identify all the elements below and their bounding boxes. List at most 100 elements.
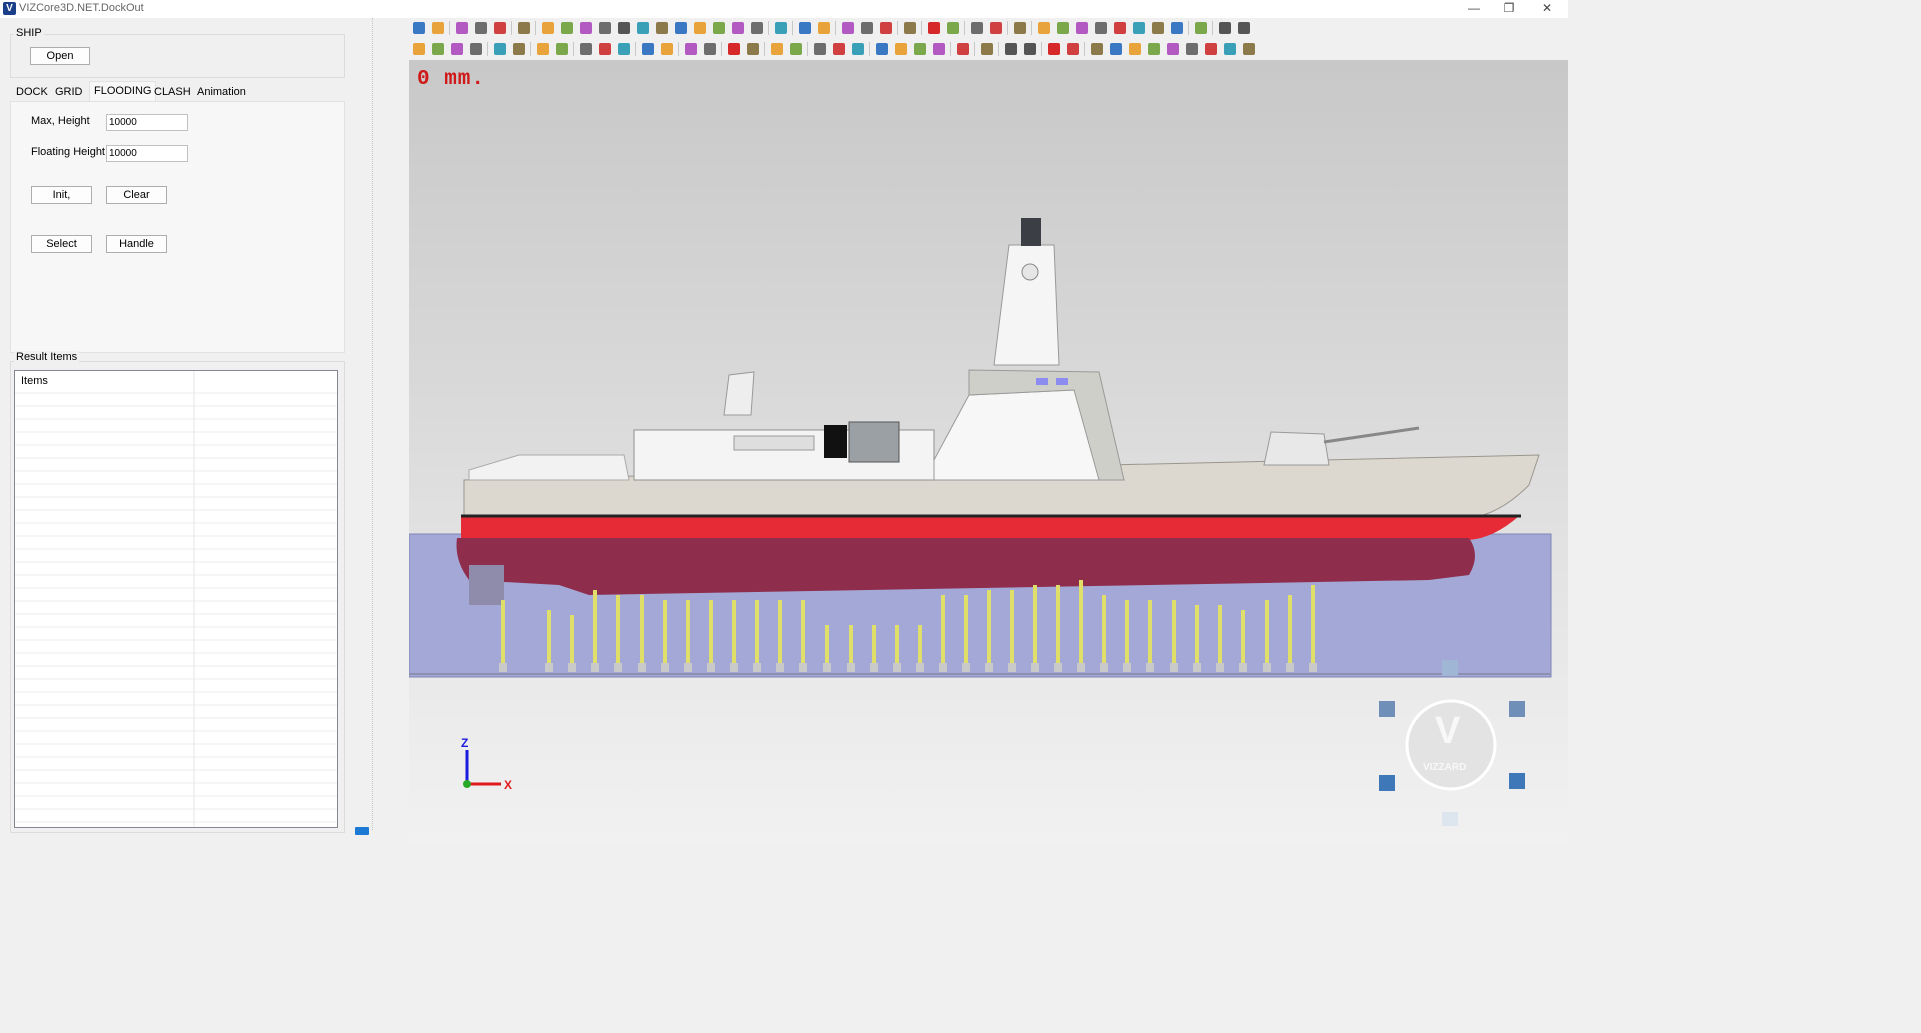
cylinder-icon[interactable]	[1129, 43, 1141, 55]
result-items-list[interactable]: Items	[14, 370, 338, 828]
sphere-icon[interactable]	[1224, 43, 1236, 55]
cube-outline-icon[interactable]	[957, 43, 969, 55]
init-button[interactable]: Init,	[31, 186, 92, 204]
tab-clash[interactable]: CLASH	[154, 84, 191, 100]
select-button[interactable]: Select	[31, 235, 92, 253]
print-icon[interactable]	[732, 22, 744, 34]
eye-hide-icon[interactable]	[1024, 43, 1036, 55]
circle-icon[interactable]	[1152, 22, 1164, 34]
hidden-icon[interactable]	[618, 43, 630, 55]
binocular-icon[interactable]	[694, 22, 706, 34]
max-height-input[interactable]: 10000	[106, 114, 188, 131]
line-draw-icon[interactable]	[814, 43, 826, 55]
view-eye-icon[interactable]	[618, 22, 630, 34]
transparent-icon[interactable]	[599, 43, 611, 55]
chart-icon[interactable]	[933, 43, 945, 55]
tools2-icon[interactable]	[556, 43, 568, 55]
delete-red-icon[interactable]	[728, 43, 740, 55]
handle-button[interactable]: Handle	[106, 235, 167, 253]
arrow-icon[interactable]	[1095, 22, 1107, 34]
save-icon[interactable]	[494, 22, 506, 34]
open-button[interactable]: Open	[30, 47, 90, 65]
floating-height-input[interactable]: 10000	[106, 145, 188, 162]
torus-icon[interactable]	[1205, 43, 1217, 55]
hex-icon[interactable]	[1091, 43, 1103, 55]
measure-icon[interactable]	[751, 22, 763, 34]
cube-black-icon[interactable]	[895, 43, 907, 55]
copy-icon[interactable]	[771, 43, 783, 55]
section2-icon[interactable]	[661, 43, 673, 55]
rotate-tool-icon[interactable]	[637, 22, 649, 34]
restore-button[interactable]: ❐	[1492, 0, 1526, 18]
nav-cube-bottom[interactable]	[1442, 812, 1458, 826]
ring-icon[interactable]	[1186, 43, 1198, 55]
star-tool-icon[interactable]	[1014, 22, 1026, 34]
polygon-icon[interactable]	[1171, 22, 1183, 34]
box-view-icon[interactable]	[413, 43, 425, 55]
image-icon[interactable]	[713, 22, 725, 34]
paste-icon[interactable]	[861, 22, 873, 34]
sphere-tool-icon[interactable]	[675, 22, 687, 34]
open-folder-icon[interactable]	[456, 22, 468, 34]
eye-icon[interactable]	[1219, 22, 1231, 34]
undo-icon[interactable]	[981, 43, 993, 55]
panel-splitter[interactable]	[372, 18, 374, 830]
visibility-icon[interactable]	[904, 22, 916, 34]
tab-animation[interactable]: Animation	[197, 84, 246, 100]
pen-icon[interactable]	[1057, 22, 1069, 34]
cube-icon[interactable]	[451, 43, 463, 55]
plane-icon[interactable]	[1148, 43, 1160, 55]
line-tool-icon[interactable]	[685, 43, 697, 55]
cube-color-icon[interactable]	[914, 43, 926, 55]
eye-icon[interactable]	[1005, 43, 1017, 55]
tools-icon[interactable]	[537, 43, 549, 55]
note-icon[interactable]	[971, 22, 983, 34]
tab-grid[interactable]: GRID	[55, 84, 83, 100]
copy-icon[interactable]	[842, 22, 854, 34]
pyramid-icon[interactable]	[1167, 43, 1179, 55]
eraser-icon[interactable]	[1195, 22, 1207, 34]
nav-cube-left-bottom[interactable]	[1379, 775, 1395, 791]
info-icon[interactable]	[818, 22, 830, 34]
box-3d-icon[interactable]	[432, 43, 444, 55]
tab-flooding[interactable]: FLOODING	[89, 81, 157, 102]
group-icon[interactable]	[880, 22, 892, 34]
eye-hide-icon[interactable]	[1238, 22, 1250, 34]
open-dropdown-icon[interactable]	[475, 22, 487, 34]
delete-red-icon[interactable]	[1048, 43, 1060, 55]
nav-cube-left-top[interactable]	[1379, 701, 1395, 717]
angle-icon[interactable]	[876, 43, 888, 55]
tab-dock[interactable]: DOCK	[16, 84, 48, 100]
paint-icon[interactable]	[790, 43, 802, 55]
render2-icon[interactable]	[513, 43, 525, 55]
arc-icon[interactable]	[1114, 22, 1126, 34]
check-tool-icon[interactable]	[599, 22, 611, 34]
minimize-button[interactable]: —	[1457, 0, 1491, 18]
text-icon[interactable]	[1038, 22, 1050, 34]
nav-cube-top[interactable]	[1442, 660, 1458, 676]
select-box-icon[interactable]	[542, 22, 554, 34]
clear-button[interactable]: Clear	[106, 186, 167, 204]
nav-cube-right-top[interactable]	[1509, 701, 1525, 717]
line-icon[interactable]	[1076, 22, 1088, 34]
3d-viewport[interactable]: 0 mm. Z X V VIZZARD	[409, 60, 1568, 843]
delete-red-icon[interactable]	[928, 22, 940, 34]
tree-icon[interactable]	[518, 22, 530, 34]
section-icon[interactable]	[642, 43, 654, 55]
color-wheel-icon[interactable]	[656, 22, 668, 34]
edit-icon[interactable]	[990, 22, 1002, 34]
layout-icon[interactable]	[775, 22, 787, 34]
trash-icon[interactable]	[1067, 43, 1079, 55]
move-tool-icon[interactable]	[561, 22, 573, 34]
close-button[interactable]: ✕	[1530, 0, 1564, 18]
new-file-icon[interactable]	[413, 22, 425, 34]
trash-icon[interactable]	[747, 43, 759, 55]
trash-icon[interactable]	[947, 22, 959, 34]
cube-wire-icon[interactable]	[470, 43, 482, 55]
settings-icon[interactable]	[799, 22, 811, 34]
render-icon[interactable]	[494, 43, 506, 55]
color-fill-icon[interactable]	[580, 22, 592, 34]
edge-icon[interactable]	[833, 43, 845, 55]
ellipse-icon[interactable]	[1243, 43, 1255, 55]
solid-icon[interactable]	[580, 43, 592, 55]
